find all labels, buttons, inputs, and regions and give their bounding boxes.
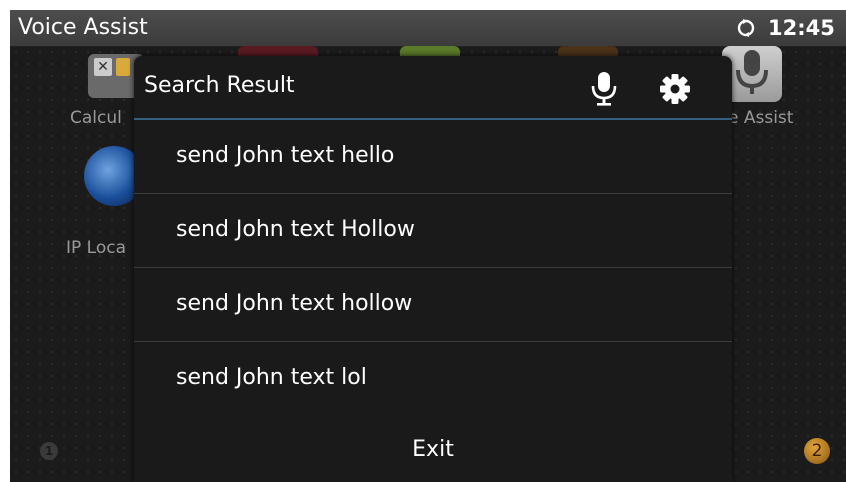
app-label-ip-locator: IP Loca [66, 238, 127, 258]
app-label-voice-assist: e Assist [728, 108, 794, 128]
sync-icon [736, 18, 756, 38]
result-item[interactable]: send John text Hollow [134, 194, 732, 268]
exit-button[interactable]: Exit [134, 418, 732, 482]
dialog-header: Search Result [134, 56, 732, 120]
gear-icon[interactable] [658, 72, 692, 106]
page-indicator-1[interactable]: 1 [40, 442, 58, 460]
result-item[interactable]: send John text hollow [134, 268, 732, 342]
status-bar: Voice Assist 12:45 [10, 10, 846, 47]
dialog-title: Search Result [144, 73, 295, 98]
app-title: Voice Assist [18, 15, 148, 40]
clock: 12:45 [768, 16, 835, 40]
search-result-dialog: Search Result send John text hello send … [134, 56, 732, 482]
result-item[interactable]: send John text lol [134, 342, 732, 416]
result-item[interactable]: send John text hello [134, 120, 732, 194]
result-list: send John text hello send John text Holl… [134, 120, 732, 416]
app-label-calculator: Calcul [70, 108, 122, 128]
page-indicator-2[interactable]: 2 [804, 438, 830, 464]
device-screen: Voice Assist 12:45 ✕ Calcul IP Loca e As… [10, 10, 846, 482]
microphone-icon[interactable] [588, 70, 620, 106]
